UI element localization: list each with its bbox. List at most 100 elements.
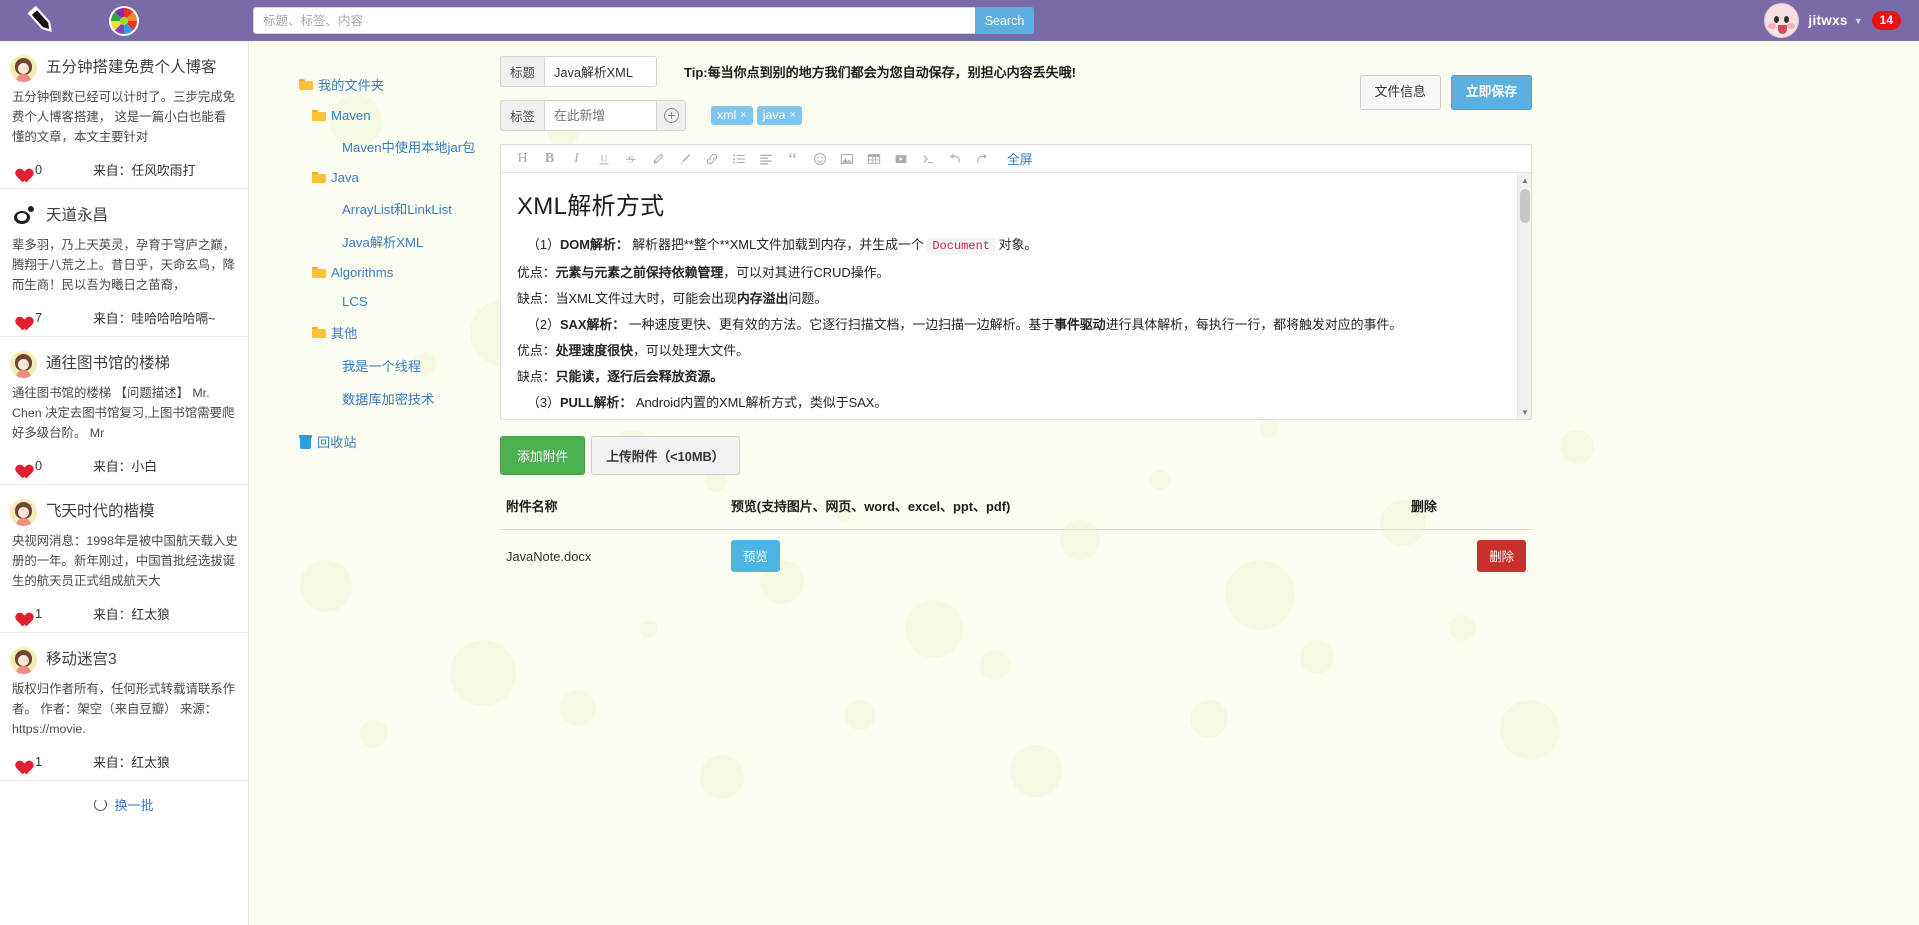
color-shutter-logo[interactable] bbox=[107, 4, 141, 38]
tree-node[interactable]: LCS bbox=[295, 294, 490, 309]
editor-content-area[interactable]: XML解析方式 （1）DOM解析： 解析器把**整个**XML文件加载到内存，并… bbox=[501, 173, 1531, 419]
search-button[interactable]: Search bbox=[975, 7, 1034, 34]
tag-input[interactable] bbox=[544, 100, 657, 131]
article-source: 来自：任风吹雨打 bbox=[93, 160, 195, 179]
bold-run: SAX解析： bbox=[560, 317, 625, 332]
scroll-down-icon[interactable]: ▼ bbox=[1518, 405, 1531, 419]
tree-node[interactable]: ArrayList和LinkList bbox=[295, 199, 490, 218]
tree-node[interactable]: 其他 bbox=[295, 323, 490, 342]
heading-icon[interactable]: H bbox=[509, 145, 536, 173]
message-count-badge[interactable]: 14 bbox=[1872, 11, 1901, 30]
text-run: ，可以对其进行CRUD操作。 bbox=[723, 265, 889, 280]
title-input[interactable] bbox=[544, 56, 657, 87]
video-icon[interactable] bbox=[887, 145, 914, 173]
remove-tag-icon[interactable]: × bbox=[740, 109, 746, 121]
tag-chip[interactable]: java× bbox=[757, 106, 802, 125]
pencil-icon[interactable] bbox=[20, 4, 60, 38]
document-paragraph: （1）DOM解析： 解析器把**整个**XML文件加载到内存，并生成一个 Doc… bbox=[517, 236, 1515, 255]
article-title[interactable]: 通往图书馆的楼梯 bbox=[46, 349, 170, 373]
strikethrough-icon[interactable]: S bbox=[617, 145, 644, 173]
unordered-list-icon[interactable] bbox=[725, 145, 752, 173]
editor-scrollbar[interactable]: ▲ ▼ bbox=[1517, 173, 1531, 419]
tree-node-label: LCS bbox=[342, 294, 368, 309]
tree-node-label: Maven bbox=[331, 108, 371, 123]
fullscreen-button[interactable]: 全屏 bbox=[1007, 149, 1033, 168]
bold-run: PULL解析： bbox=[560, 395, 632, 410]
document-paragraph: （2）SAX解析： 一种速度更快、更有效的方法。它逐行扫描文档，一边扫描一边解析… bbox=[517, 316, 1515, 333]
svg-text:U: U bbox=[600, 153, 607, 164]
code-icon[interactable] bbox=[914, 145, 941, 173]
article-list-item[interactable]: 天道永昌辈多羽，乃上天英灵，孕育于穹庐之巅，腾翔于八荒之上。昔日乎，天命玄鸟，降… bbox=[0, 189, 248, 337]
tree-node-label: 我是一个线程 bbox=[342, 356, 421, 375]
text-run: （2） bbox=[527, 317, 560, 332]
bold-run: DOM解析： bbox=[560, 237, 629, 252]
article-title[interactable]: 五分钟搭建免费个人博客 bbox=[46, 53, 217, 77]
article-summary: 央视网消息：1998年是被中国航天载入史册的一年。新年刚过，中国首批经选拔诞生的… bbox=[10, 531, 238, 591]
tree-node[interactable]: Java解析XML bbox=[295, 232, 490, 251]
bold-run: 事件驱动 bbox=[1054, 317, 1106, 332]
article-list-item[interactable]: 五分钟搭建免费个人博客五分钟倒数已经可以计时了。三步完成免费个人博客搭建， 这是… bbox=[0, 41, 248, 189]
italic-icon[interactable]: I bbox=[563, 145, 590, 173]
refresh-articles-button[interactable]: 换一批 bbox=[0, 781, 248, 814]
article-title[interactable]: 飞天时代的楷模 bbox=[46, 497, 155, 521]
avatar[interactable] bbox=[1764, 3, 1799, 38]
article-title[interactable]: 移动迷宫3 bbox=[46, 645, 117, 669]
bold-icon[interactable]: B bbox=[536, 145, 563, 173]
search-input[interactable] bbox=[253, 7, 975, 34]
tree-node-label: Java bbox=[331, 170, 359, 185]
pen-icon[interactable] bbox=[644, 145, 671, 173]
username-label[interactable]: jitwxs bbox=[1808, 13, 1847, 28]
search-bar: Search bbox=[253, 7, 1034, 34]
preview-button[interactable]: 预览 bbox=[731, 540, 780, 572]
scroll-up-icon[interactable]: ▲ bbox=[1518, 173, 1531, 187]
attachment-table: 附件名称 预览(支持图片、网页、word、excel、ppt、pdf) 删除 J… bbox=[500, 492, 1532, 582]
attachment-buttons: 添加附件 上传附件（<10MB） bbox=[500, 436, 1540, 475]
tree-node[interactable]: 我是一个线程 bbox=[295, 356, 490, 375]
remove-tag-icon[interactable]: × bbox=[789, 109, 795, 121]
article-like-count: 7 bbox=[35, 310, 87, 325]
article-source: 来自：红太狼 bbox=[93, 604, 170, 623]
article-source: 来自：哇哈哈哈哈嗝~ bbox=[93, 308, 216, 327]
table-icon[interactable] bbox=[860, 145, 887, 173]
add-attachment-button[interactable]: 添加附件 bbox=[500, 436, 585, 475]
heart-icon bbox=[12, 606, 29, 621]
emoji-icon[interactable] bbox=[806, 145, 833, 173]
undo-icon[interactable] bbox=[941, 145, 968, 173]
underline-icon[interactable]: U bbox=[590, 145, 617, 173]
tree-node[interactable]: Maven中使用本地jar包 bbox=[295, 137, 490, 156]
heart-icon bbox=[12, 754, 29, 769]
article-list-item[interactable]: 移动迷宫3版权归作者所有，任何形式转载请联系作者。 作者：架空（来自豆瓣） 来源… bbox=[0, 633, 248, 781]
brush-icon[interactable] bbox=[671, 145, 698, 173]
file-info-button[interactable]: 文件信息 bbox=[1360, 75, 1441, 110]
tree-node[interactable]: 我的文件夹 bbox=[295, 75, 490, 94]
link-icon[interactable] bbox=[698, 145, 725, 173]
article-list-item[interactable]: 通往图书馆的楼梯通往图书馆的楼梯 【问题描述】 Mr. Chen 决定去图书馆复… bbox=[0, 337, 248, 485]
tree-node[interactable]: Maven bbox=[295, 108, 490, 123]
article-title[interactable]: 天道永昌 bbox=[46, 201, 108, 225]
document-paragraph: 缺点：当XML文件过大时，可能会出现内存溢出问题。 bbox=[517, 290, 1515, 307]
tree-node-label: ArrayList和LinkList bbox=[342, 199, 452, 218]
tag-chip[interactable]: xml× bbox=[711, 106, 753, 125]
tree-node-recycle-bin[interactable]: 回收站 bbox=[295, 432, 490, 451]
tree-node[interactable]: 数据库加密技术 bbox=[295, 389, 490, 408]
tree-node-label: 回收站 bbox=[317, 432, 357, 451]
refresh-label: 换一批 bbox=[114, 795, 153, 814]
save-now-button[interactable]: 立即保存 bbox=[1451, 75, 1532, 110]
tree-node[interactable]: Algorithms bbox=[295, 265, 490, 280]
bold-run: 处理速度很快 bbox=[556, 343, 633, 358]
align-icon[interactable] bbox=[752, 145, 779, 173]
tree-node-label: Maven中使用本地jar包 bbox=[342, 137, 475, 156]
chevron-down-icon[interactable]: ▼ bbox=[1854, 16, 1863, 26]
image-icon[interactable] bbox=[833, 145, 860, 173]
article-list-item[interactable]: 飞天时代的楷模央视网消息：1998年是被中国航天载入史册的一年。新年刚过，中国首… bbox=[0, 485, 248, 633]
text-run: Android内置的XML解析方式，类似于SAX。 bbox=[632, 395, 887, 410]
add-tag-button[interactable] bbox=[657, 100, 686, 131]
quote-icon[interactable]: “ bbox=[779, 145, 806, 173]
redo-icon[interactable] bbox=[968, 145, 995, 173]
upload-attachment-button[interactable]: 上传附件（<10MB） bbox=[591, 436, 739, 475]
delete-button[interactable]: 删除 bbox=[1477, 540, 1526, 572]
editor-toolbar: HBIUS “ 全屏 bbox=[501, 145, 1531, 173]
tree-node[interactable]: Java bbox=[295, 170, 490, 185]
plus-circle-icon bbox=[664, 108, 679, 123]
scrollbar-thumb[interactable] bbox=[1520, 189, 1530, 223]
